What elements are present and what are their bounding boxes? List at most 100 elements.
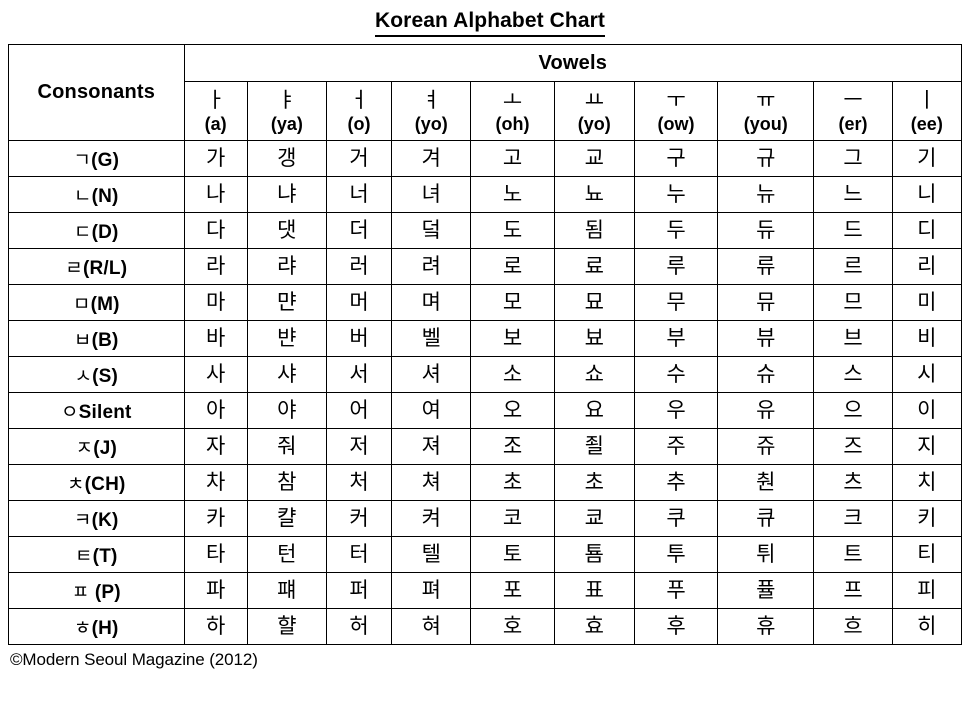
vowel-column-header-10: ㅣ (ee) <box>891 81 963 141</box>
syllable-cell: 그 <box>813 140 893 177</box>
consonant-jamo: ㄴ <box>73 185 92 207</box>
consonant-cell: ㅍ (P) <box>8 572 185 609</box>
syllable-cell: 니 <box>891 176 963 213</box>
header-row-top: Consonants Vowels <box>8 44 963 141</box>
syllable-cell: 유 <box>717 392 815 429</box>
syllable-cell: 쿄 <box>553 500 635 537</box>
syllable-cell: 디 <box>891 212 963 249</box>
consonant-jamo: ㅊ <box>66 473 85 495</box>
consonant-jamo: ㄷ <box>73 221 92 243</box>
vowel-jamo: ㅑ <box>277 88 297 112</box>
syllable-cell: 쥬 <box>717 428 815 465</box>
syllable-cell: 퍠 <box>246 572 327 609</box>
syllable-cell: 초 <box>553 464 635 501</box>
syllable-cell: 퓰 <box>717 572 815 609</box>
consonant-romanization: (CH) <box>84 474 126 495</box>
syllable-cell: 지 <box>891 428 963 465</box>
syllable-cell: 갱 <box>246 140 327 177</box>
syllable-cell: 댓 <box>246 212 327 249</box>
syllable-cell: 마 <box>183 284 248 321</box>
syllable-cell: 너 <box>325 176 393 213</box>
syllable-cell: 포 <box>470 572 555 609</box>
consonant-jamo: ㅋ <box>73 509 92 531</box>
syllable-cell: 우 <box>633 392 719 429</box>
syllable-cell: 요 <box>553 392 635 429</box>
table-row: ㅁ(M) 마 먄 머 며 모 묘 무 뮤 므 미 <box>8 284 963 321</box>
syllable-cell: 교 <box>553 140 635 177</box>
vowel-romanization: (a) <box>204 114 227 134</box>
syllable-cell: 모 <box>470 284 555 321</box>
consonant-romanization: (D) <box>91 222 119 243</box>
korean-alphabet-chart-page: Korean Alphabet Chart Consonants Vowels <box>0 0 980 702</box>
vowel-column-header-6: ㅛ (yo) <box>553 81 635 141</box>
table-row: ㅅ(S) 사 샤 서 셔 소 쇼 수 슈 스 시 <box>8 356 963 393</box>
consonant-cell: ㅅ(S) <box>8 356 185 393</box>
syllable-cell: 뱐 <box>246 320 327 357</box>
syllable-cell: 처 <box>325 464 393 501</box>
table-header: Consonants Vowels ㅏ (a) ㅑ (ya) ㅓ (o) ㅕ (yo) ㅗ (oh… <box>8 44 963 141</box>
syllable-cell: 비 <box>891 320 963 357</box>
syllable-cell: 버 <box>325 320 393 357</box>
table-body: ㄱ(G) 가 갱 거 겨 고 교 구 규 그 기 ㄴ(N) 나 냐 너 녀 노 뇨 누 뉴 느 니 ㄷ(D) 다 댓 더 덬 도 됨 두 듀… <box>8 140 963 645</box>
syllable-cell: 거 <box>325 140 393 177</box>
vowel-jamo: ㅏ <box>205 88 226 112</box>
table-row: ㄷ(D) 다 댓 더 덬 도 됨 두 듀 드 디 <box>8 212 963 249</box>
syllable-cell: 사 <box>183 356 248 393</box>
syllable-cell: 셔 <box>391 356 472 393</box>
vowel-jamo: ㅠ <box>756 88 776 112</box>
syllable-cell: 냐 <box>246 176 327 213</box>
syllable-cell: 다 <box>183 212 248 249</box>
copyright-footer: ©Modern Seoul Magazine (2012) <box>10 650 258 669</box>
consonant-romanization: (N) <box>91 186 119 207</box>
syllable-cell: 듀 <box>717 212 815 249</box>
consonant-jamo: ㅌ <box>74 545 93 567</box>
syllable-cell: 푸 <box>633 572 719 609</box>
syllable-cell: 츠 <box>813 464 893 501</box>
syllable-cell: 햘 <box>246 608 327 645</box>
syllable-cell: 뷰 <box>717 320 815 357</box>
syllable-cell: 카 <box>183 500 248 537</box>
table-row: ㅌ(T) 타 턴 터 텔 토 툠 투 튀 트 티 <box>8 536 963 573</box>
syllable-cell: 타 <box>183 536 248 573</box>
syllable-cell: 르 <box>813 248 893 285</box>
table-row: ㅊ(CH) 차 참 처 쳐 초 초 추 춴 츠 치 <box>8 464 963 501</box>
syllable-cell: 어 <box>325 392 393 429</box>
syllable-cell: 서 <box>325 356 393 393</box>
syllable-cell: 미 <box>891 284 963 321</box>
syllable-cell: 머 <box>325 284 393 321</box>
syllable-cell: 터 <box>325 536 393 573</box>
consonant-cell: ㅊ(CH) <box>8 464 185 501</box>
syllable-cell: 겨 <box>391 140 472 177</box>
syllable-cell: 효 <box>553 608 635 645</box>
vowels-column-header: Vowels <box>183 44 963 82</box>
syllable-cell: 표 <box>553 572 635 609</box>
syllable-cell: 쇼 <box>553 356 635 393</box>
title-container: Korean Alphabet Chart <box>0 0 980 44</box>
syllable-cell: 바 <box>183 320 248 357</box>
syllable-cell: 큐 <box>717 500 815 537</box>
page-title: Korean Alphabet Chart <box>374 8 605 37</box>
syllable-cell: 초 <box>470 464 555 501</box>
syllable-cell: 로 <box>470 248 555 285</box>
syllable-cell: 고 <box>470 140 555 177</box>
syllable-cell: 허 <box>325 608 393 645</box>
vowel-jamo: ㅡ <box>843 88 863 112</box>
syllable-cell: 루 <box>633 248 719 285</box>
vowel-column-header-5: ㅗ (oh) <box>470 81 555 141</box>
consonant-jamo: ㅈ <box>75 437 94 459</box>
syllable-cell: 차 <box>183 464 248 501</box>
syllable-cell: 료 <box>553 248 635 285</box>
vowel-romanization: (o) <box>347 114 371 134</box>
syllable-cell: 러 <box>325 248 393 285</box>
syllable-cell: 뮤 <box>717 284 815 321</box>
syllable-cell: 자 <box>183 428 248 465</box>
syllable-cell: 수 <box>633 356 719 393</box>
syllable-cell: 구 <box>633 140 719 177</box>
syllable-cell: 켜 <box>391 500 472 537</box>
syllable-cell: 크 <box>813 500 893 537</box>
syllable-cell: 아 <box>183 392 248 429</box>
syllable-cell: 가 <box>183 140 248 177</box>
syllable-cell: 흐 <box>813 608 893 645</box>
syllable-cell: 류 <box>717 248 815 285</box>
consonant-romanization: (S) <box>92 366 119 387</box>
